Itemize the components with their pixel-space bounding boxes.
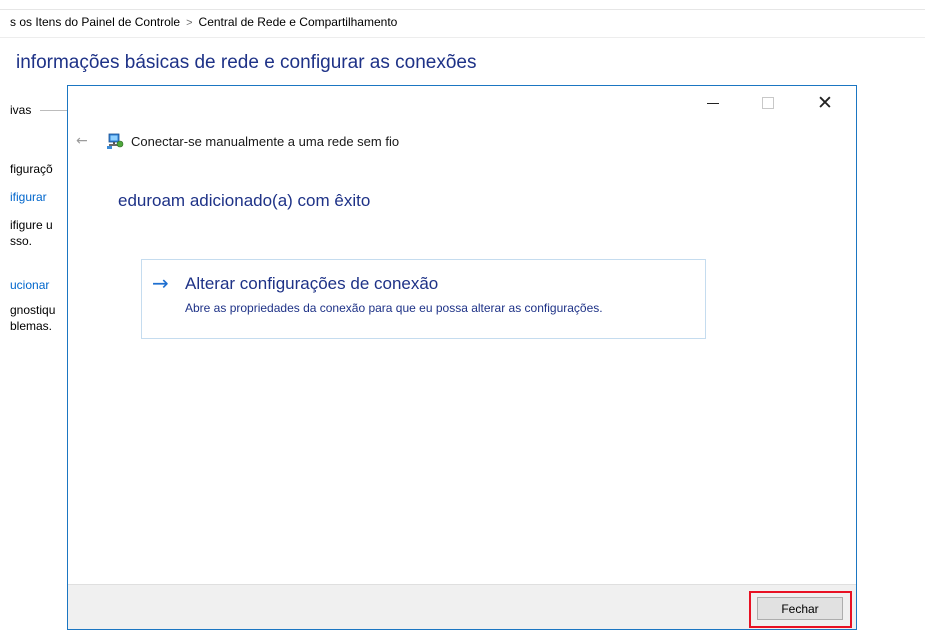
minimize-button[interactable] (690, 86, 736, 120)
maximize-button (745, 86, 791, 120)
wireless-setup-dialog: ✕ ← Conectar-se manualmente a uma rede s… (67, 85, 857, 630)
breadcrumb: s os Itens do Painel de Controle > Central… (10, 15, 397, 29)
section-divider-line (40, 110, 70, 111)
page-title: informações básicas de rede e configurar… (16, 52, 477, 73)
dialog-titlebar[interactable]: ✕ (68, 86, 856, 120)
setup-connection-link[interactable]: ifigurar (10, 190, 47, 204)
change-connection-settings-option[interactable]: → Alterar configurações de conexão Abre … (141, 259, 706, 339)
breadcrumb-item-network-center[interactable]: Central de Rede e Compartilhamento (199, 15, 398, 29)
troubleshoot-description-line2: blemas. (10, 319, 53, 333)
network-wireless-icon (107, 133, 124, 149)
breadcrumb-separator: > (186, 17, 193, 29)
fechar-button[interactable]: Fechar (757, 597, 843, 620)
breadcrumb-item-control-panel[interactable]: s os Itens do Painel de Controle (10, 15, 180, 29)
settings-section-label: figuraçõ (10, 162, 53, 176)
success-message: eduroam adicionado(a) com êxito (118, 191, 371, 210)
troubleshoot-description-line1: gnostiqu (10, 303, 56, 317)
setup-description-line1: ifigure u (10, 218, 53, 232)
breadcrumb-divider (0, 37, 925, 38)
option-title: Alterar configurações de conexão (185, 274, 439, 293)
troubleshoot-link[interactable]: ucionar (10, 278, 49, 292)
back-arrow-icon[interactable]: ← (76, 133, 96, 149)
minimize-icon (707, 102, 719, 104)
arrow-right-icon: → (152, 271, 169, 295)
dialog-title: Conectar-se manualmente a uma rede sem f… (131, 133, 400, 149)
maximize-icon (762, 97, 774, 109)
close-icon: ✕ (817, 92, 833, 114)
dialog-header: ← Conectar-se manualmente a uma rede sem… (76, 130, 399, 152)
active-networks-label: ivas (10, 103, 32, 117)
setup-description-line2: sso. (10, 234, 33, 248)
option-description: Abre as propriedades da conexão para que… (185, 301, 603, 315)
background-top-border (0, 9, 925, 10)
dialog-footer: Fechar (68, 584, 856, 629)
close-window-button[interactable]: ✕ (802, 86, 848, 120)
